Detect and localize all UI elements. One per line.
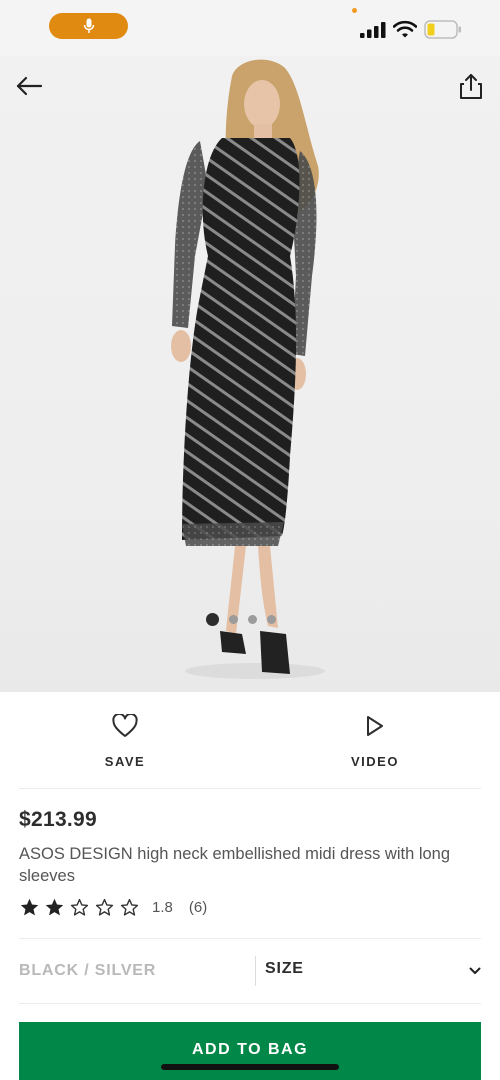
star-filled-icon xyxy=(20,898,39,916)
divider xyxy=(19,938,481,939)
divider xyxy=(255,956,256,986)
size-label: SIZE xyxy=(265,960,304,977)
star-empty-icon xyxy=(120,898,139,916)
save-label: SAVE xyxy=(104,754,146,769)
variant-selectors: BLACK / SILVER SIZE xyxy=(0,940,500,1002)
chevron-down-icon xyxy=(469,967,481,974)
size-dropdown[interactable]: SIZE xyxy=(265,960,487,984)
status-bar xyxy=(0,0,500,56)
rating-value: 1.8 xyxy=(152,899,173,916)
share-icon[interactable] xyxy=(458,73,484,101)
microphone-indicator xyxy=(49,13,128,39)
product-title: ASOS DESIGN high neck embellished midi d… xyxy=(19,845,451,885)
add-to-bag-button[interactable]: ADD TO BAG xyxy=(19,1022,481,1080)
save-button[interactable]: SAVE xyxy=(0,692,250,788)
star-filled-icon xyxy=(45,898,64,916)
star-empty-icon xyxy=(95,898,114,916)
wifi-icon xyxy=(393,20,417,38)
product-image-carousel[interactable] xyxy=(0,56,500,692)
divider xyxy=(19,788,481,789)
video-button[interactable]: VIDEO xyxy=(250,692,500,788)
carousel-dot[interactable] xyxy=(248,615,257,624)
heart-icon xyxy=(112,714,138,737)
cellular-signal-icon xyxy=(360,22,386,38)
carousel-dot[interactable] xyxy=(267,615,276,624)
video-label: VIDEO xyxy=(351,754,399,769)
rating-count: (6) xyxy=(188,899,208,916)
product-rating[interactable]: 1.8 (6) xyxy=(19,897,207,918)
privacy-dot xyxy=(352,8,357,13)
carousel-dot[interactable] xyxy=(229,615,238,624)
carousel-indicator xyxy=(206,613,276,626)
microphone-icon xyxy=(83,18,94,33)
product-price: $213.99 xyxy=(19,808,98,831)
colour-value: BLACK / SILVER xyxy=(19,962,157,979)
product-actions: SAVE VIDEO xyxy=(0,692,500,788)
home-indicator[interactable] xyxy=(161,1064,339,1070)
star-empty-icon xyxy=(70,898,89,916)
play-icon xyxy=(367,716,383,736)
battery-low-icon xyxy=(424,20,461,39)
divider xyxy=(19,1003,481,1004)
product-photo xyxy=(171,59,325,679)
carousel-dot[interactable] xyxy=(206,613,219,626)
arrow-left-icon[interactable] xyxy=(14,73,44,99)
